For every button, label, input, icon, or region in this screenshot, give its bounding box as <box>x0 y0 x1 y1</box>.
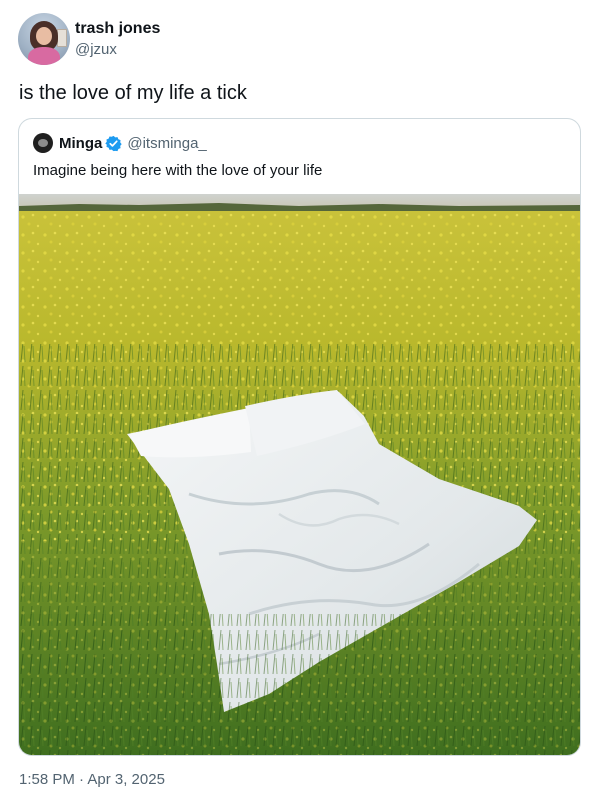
tweet-header: trash jones @jzux <box>18 13 160 65</box>
author-handle[interactable]: @jzux <box>75 40 160 60</box>
verified-badge-icon <box>105 135 123 151</box>
quoted-tweet-text: Imagine being here with the love of your… <box>33 162 323 179</box>
tweet-text: is the love of my life a tick <box>19 82 247 104</box>
field-bed-photo[interactable] <box>19 194 580 755</box>
author-names: trash jones @jzux <box>75 19 160 60</box>
author-avatar[interactable] <box>18 13 70 65</box>
quoted-author-handle: @itsminga_ <box>127 134 207 152</box>
author-display-name[interactable]: trash jones <box>75 19 160 39</box>
quoted-author-display-name: Minga <box>59 134 103 152</box>
quoted-tweet-card[interactable]: Minga @itsminga_ Imagine being here with… <box>18 118 581 756</box>
quoted-tweet-header: Minga @itsminga_ <box>33 133 207 153</box>
quoted-author-avatar <box>33 133 53 153</box>
tweet-timestamp[interactable]: 1:58 PM · Apr 3, 2025 <box>19 770 165 790</box>
